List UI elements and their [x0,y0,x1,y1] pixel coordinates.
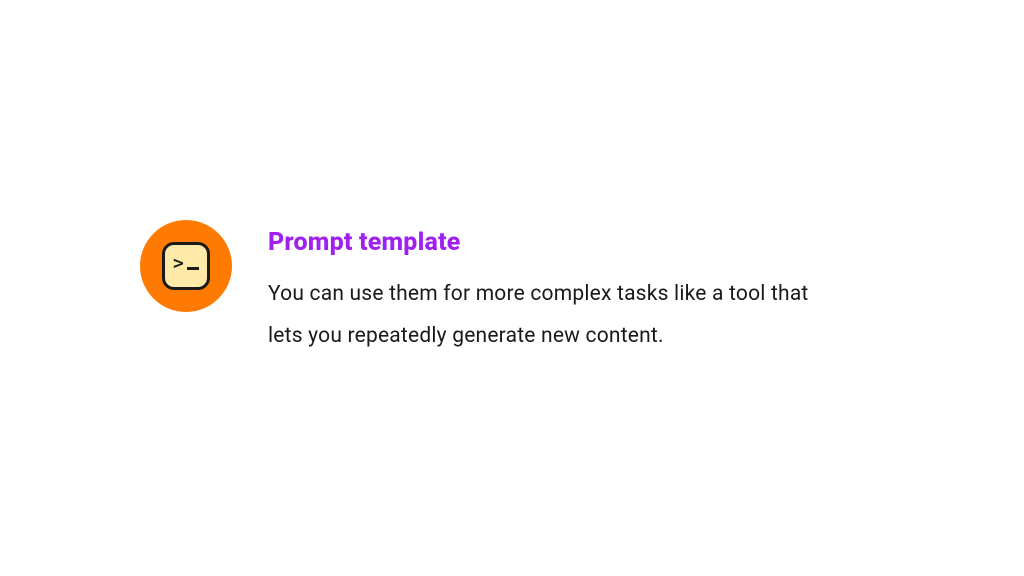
card-heading: Prompt template [268,228,828,257]
terminal-icon: > [162,242,210,290]
terminal-cursor-glyph [187,267,199,271]
info-card: > Prompt template You can use them for m… [140,220,828,357]
card-content: Prompt template You can use them for mor… [268,220,828,357]
terminal-prompt-glyph: > [173,255,184,273]
icon-badge: > [140,220,232,312]
card-description: You can use them for more complex tasks … [268,273,828,357]
